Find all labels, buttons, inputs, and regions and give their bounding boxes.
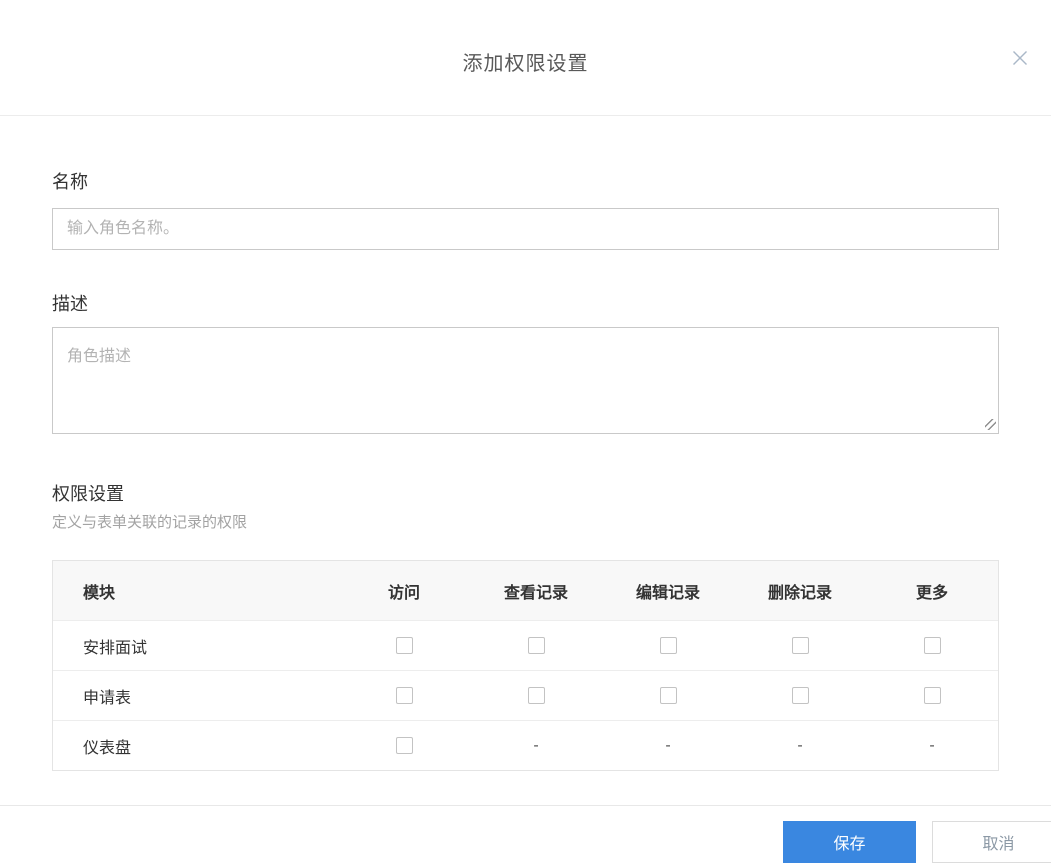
permission-cell: [338, 736, 470, 755]
permissions-table: 模块 访问 查看记录 编辑记录 删除记录 更多 安排面试申请表仪表盘 - - - -: [52, 560, 999, 771]
dialog-header: 添加权限设置: [0, 0, 1051, 116]
column-header-access: 访问: [387, 584, 420, 602]
module-name: 安排面试: [83, 639, 148, 657]
permission-checkbox[interactable]: [527, 636, 545, 654]
role-description-textarea[interactable]: [52, 327, 999, 434]
role-name-input[interactable]: [52, 208, 999, 250]
permission-checkbox[interactable]: [527, 686, 545, 704]
permission-checkbox[interactable]: [659, 686, 677, 704]
table-header-row: 模块 访问 查看记录 编辑记录 删除记录 更多: [53, 561, 998, 620]
description-label: 描述: [52, 294, 88, 314]
name-label: 名称: [52, 172, 88, 192]
dialog-body: 名称 描述 权限设置 定义与表单关联的记录的权限 模块 访问 查看记录 编辑记录…: [0, 170, 1051, 771]
description-textarea-wrap: [52, 327, 999, 434]
column-header-delete: 删除记录: [767, 584, 832, 602]
permission-cell: [734, 686, 866, 705]
module-name: 仪表盘: [83, 739, 132, 757]
column-header-view: 查看记录: [503, 584, 568, 602]
permission-checkbox[interactable]: [395, 636, 413, 654]
save-button[interactable]: 保存: [783, 821, 916, 863]
table-body: 安排面试申请表仪表盘 - - - -: [53, 620, 998, 770]
cancel-button[interactable]: 取消: [932, 821, 1051, 863]
permission-cell: [338, 636, 470, 655]
column-header-module: 模块: [83, 584, 116, 602]
permission-checkbox[interactable]: [791, 686, 809, 704]
permission-cell-empty: -: [797, 736, 803, 754]
permission-cell: [470, 686, 602, 705]
module-name: 申请表: [83, 689, 132, 707]
permission-cell: [470, 636, 602, 655]
column-header-edit: 编辑记录: [635, 584, 700, 602]
permission-checkbox[interactable]: [923, 636, 941, 654]
permission-cell: [866, 636, 998, 655]
table-row: 安排面试: [53, 620, 998, 670]
permission-checkbox[interactable]: [659, 636, 677, 654]
permission-cell: [602, 686, 734, 705]
dialog-title: 添加权限设置: [462, 53, 589, 75]
add-permission-dialog: 添加权限设置 名称 描述 权限设置 定义与表单关联的记录的权限 模块 访问 查看…: [0, 0, 1051, 868]
table-row: 申请表: [53, 670, 998, 720]
permission-cell-empty: -: [929, 736, 935, 754]
dialog-footer: 保存 取消: [0, 805, 1051, 868]
permission-checkbox[interactable]: [395, 736, 413, 754]
column-header-more: 更多: [915, 584, 948, 602]
permission-cell: [602, 636, 734, 655]
table-row: 仪表盘 - - - -: [53, 720, 998, 770]
permission-checkbox[interactable]: [395, 686, 413, 704]
permission-cell: [866, 686, 998, 705]
permission-cell: [734, 636, 866, 655]
permission-checkbox[interactable]: [923, 686, 941, 704]
close-icon[interactable]: [1010, 48, 1030, 68]
permission-cell-empty: -: [665, 736, 671, 754]
permissions-section-title: 权限设置: [52, 484, 124, 504]
permission-cell: [338, 686, 470, 705]
permission-checkbox[interactable]: [791, 636, 809, 654]
permissions-section-subtitle: 定义与表单关联的记录的权限: [52, 514, 248, 531]
permission-cell-empty: -: [533, 736, 539, 754]
